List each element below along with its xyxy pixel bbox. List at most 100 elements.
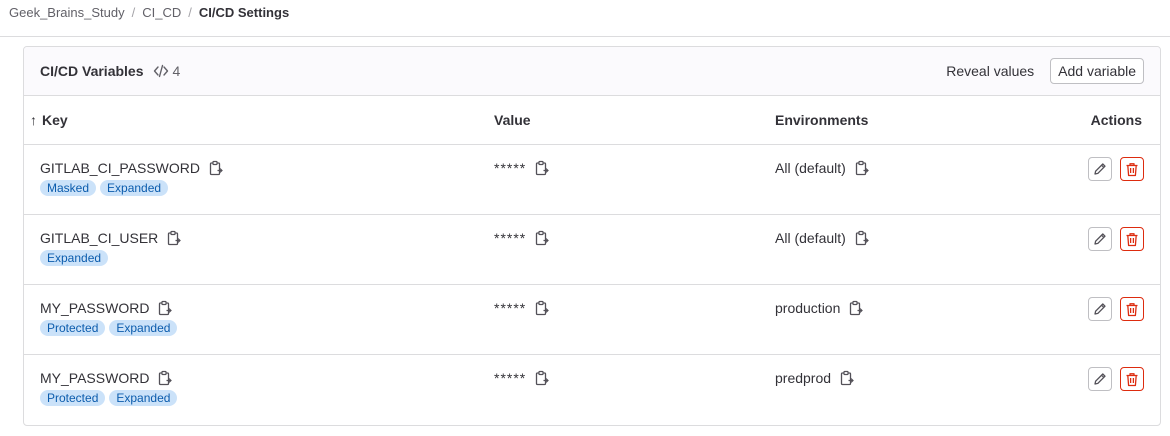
copy-value-button[interactable] bbox=[535, 370, 550, 386]
badge-expanded: Expanded bbox=[109, 320, 178, 336]
table-row: MY_PASSWORD Protected Expanded ***** prod… bbox=[24, 285, 1160, 355]
code-icon bbox=[153, 64, 168, 78]
copy-value-button[interactable] bbox=[535, 160, 550, 176]
edit-variable-button[interactable] bbox=[1088, 227, 1112, 251]
breadcrumb-separator: / bbox=[131, 4, 136, 20]
add-variable-button[interactable]: Add variable bbox=[1050, 58, 1144, 84]
variable-environment: production bbox=[775, 300, 841, 316]
badge-expanded: Expanded bbox=[109, 390, 178, 406]
edit-variable-button[interactable] bbox=[1088, 157, 1112, 181]
copy-environment-button[interactable] bbox=[855, 160, 869, 176]
variable-value: ***** bbox=[494, 300, 527, 316]
copy-key-button[interactable] bbox=[209, 160, 223, 176]
breadcrumb-item-group[interactable]: Geek_Brains_Study bbox=[9, 5, 125, 20]
variable-environment: All (default) bbox=[775, 160, 846, 176]
copy-key-button[interactable] bbox=[158, 370, 173, 386]
copy-key-button[interactable] bbox=[167, 230, 182, 246]
value-cell: ***** bbox=[494, 215, 775, 246]
copy-value-button[interactable] bbox=[535, 230, 550, 246]
variable-key: GITLAB_CI_USER bbox=[40, 230, 159, 246]
badge-list: Expanded bbox=[40, 250, 112, 266]
delete-variable-button[interactable] bbox=[1120, 367, 1144, 391]
copy-icon bbox=[536, 300, 550, 316]
copy-icon bbox=[840, 370, 854, 386]
delete-variable-button[interactable] bbox=[1120, 297, 1144, 321]
copy-icon bbox=[850, 300, 864, 316]
trash-icon bbox=[1126, 162, 1138, 176]
environment-cell: predprod bbox=[775, 355, 1055, 386]
table-header: ↑ Key Value Environments Actions bbox=[24, 96, 1160, 145]
value-cell: ***** bbox=[494, 145, 775, 176]
pencil-icon bbox=[1094, 233, 1106, 245]
copy-key-button[interactable] bbox=[158, 300, 173, 316]
breadcrumb: Geek_Brains_Study / CI_CD / CI/CD Settin… bbox=[0, 0, 1170, 37]
header-actions: Reveal values Add variable bbox=[938, 57, 1144, 85]
table-row: MY_PASSWORD Protected Expanded ***** pred… bbox=[24, 355, 1160, 425]
variable-key: MY_PASSWORD bbox=[40, 300, 150, 316]
copy-icon bbox=[855, 160, 869, 176]
copy-environment-button[interactable] bbox=[855, 230, 869, 246]
copy-icon bbox=[159, 370, 173, 386]
value-cell: ***** bbox=[494, 285, 775, 316]
environment-cell: All (default) bbox=[775, 145, 1055, 176]
key-cell: MY_PASSWORD Protected Expanded bbox=[24, 355, 494, 406]
environment-cell: All (default) bbox=[775, 215, 1055, 246]
variable-environment: predprod bbox=[775, 370, 832, 386]
table-body: GITLAB_CI_PASSWORD Masked Expanded ***** … bbox=[24, 145, 1160, 425]
copy-icon bbox=[159, 300, 173, 316]
delete-variable-button[interactable] bbox=[1120, 227, 1144, 251]
variable-count-value: 4 bbox=[172, 63, 181, 79]
variable-key: GITLAB_CI_PASSWORD bbox=[40, 160, 201, 176]
actions-cell bbox=[1055, 285, 1160, 321]
key-header-label: Key bbox=[42, 112, 68, 128]
copy-value-button[interactable] bbox=[535, 300, 550, 316]
copy-icon bbox=[536, 370, 550, 386]
breadcrumb-item-project[interactable]: CI_CD bbox=[142, 5, 181, 20]
trash-icon bbox=[1126, 232, 1138, 246]
actions-cell bbox=[1055, 145, 1160, 181]
variable-value: ***** bbox=[494, 160, 527, 176]
badge-expanded: Expanded bbox=[100, 180, 169, 196]
badge-list: Masked Expanded bbox=[40, 180, 172, 196]
environments-column-header: Environments bbox=[775, 112, 869, 128]
copy-icon bbox=[536, 160, 550, 176]
badge-list: Protected Expanded bbox=[40, 390, 181, 406]
variable-key: MY_PASSWORD bbox=[40, 370, 150, 386]
copy-environment-button[interactable] bbox=[849, 300, 864, 316]
copy-icon bbox=[209, 160, 223, 176]
pencil-icon bbox=[1094, 373, 1106, 385]
reveal-values-button[interactable]: Reveal values bbox=[938, 57, 1042, 85]
trash-icon bbox=[1126, 302, 1138, 316]
badge-protected: Protected bbox=[40, 390, 106, 406]
edit-variable-button[interactable] bbox=[1088, 367, 1112, 391]
card-title: CI/CD Variables bbox=[40, 63, 144, 79]
variables-card: CI/CD Variables 4 Reveal values Add vari… bbox=[23, 46, 1161, 426]
variable-environment: All (default) bbox=[775, 230, 846, 246]
variable-value: ***** bbox=[494, 370, 527, 386]
table-row: GITLAB_CI_USER Expanded ***** All (defau… bbox=[24, 215, 1160, 285]
pencil-icon bbox=[1094, 303, 1106, 315]
value-cell: ***** bbox=[494, 355, 775, 386]
delete-variable-button[interactable] bbox=[1120, 157, 1144, 181]
actions-cell bbox=[1055, 215, 1160, 251]
badge-expanded: Expanded bbox=[40, 250, 109, 266]
variable-value: ***** bbox=[494, 230, 527, 246]
actions-cell bbox=[1055, 355, 1160, 391]
badge-masked: Masked bbox=[40, 180, 97, 196]
badge-list: Protected Expanded bbox=[40, 320, 181, 336]
breadcrumb-separator: / bbox=[188, 4, 192, 20]
edit-variable-button[interactable] bbox=[1088, 297, 1112, 321]
environment-cell: production bbox=[775, 285, 1055, 316]
variable-count: 4 bbox=[153, 63, 181, 79]
sort-arrow-icon: ↑ bbox=[30, 112, 37, 128]
value-column-header: Value bbox=[494, 112, 531, 128]
breadcrumb-current: CI/CD Settings bbox=[198, 4, 290, 20]
key-cell: GITLAB_CI_USER Expanded bbox=[24, 215, 494, 266]
pencil-icon bbox=[1094, 163, 1106, 175]
copy-icon bbox=[536, 230, 550, 246]
key-cell: MY_PASSWORD Protected Expanded bbox=[24, 285, 494, 336]
key-column-header[interactable]: ↑ Key bbox=[24, 112, 494, 128]
copy-environment-button[interactable] bbox=[840, 370, 854, 386]
card-header: CI/CD Variables 4 Reveal values Add vari… bbox=[24, 47, 1160, 96]
actions-column-header: Actions bbox=[1090, 112, 1142, 128]
